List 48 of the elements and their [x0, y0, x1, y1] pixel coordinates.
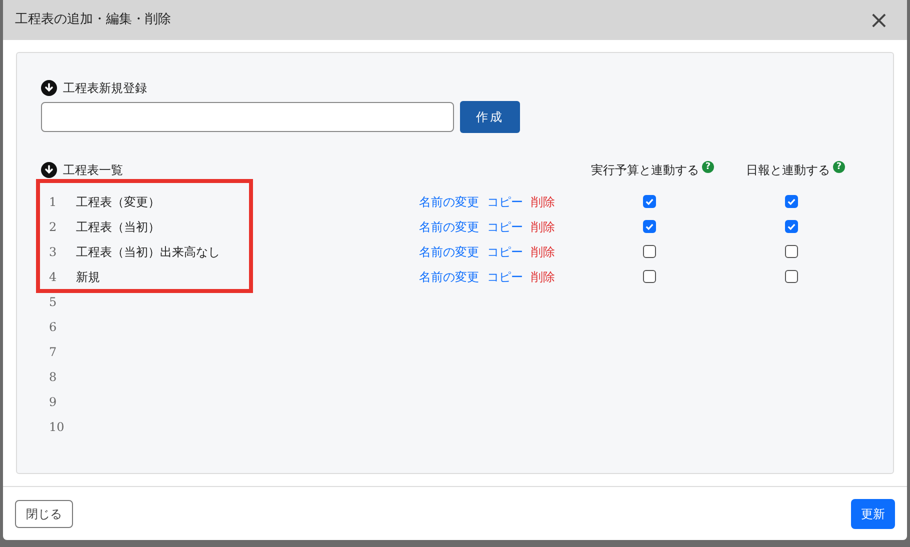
- name-input-field[interactable]: [41, 102, 454, 132]
- schedule-name: 工程表（当初）: [76, 218, 161, 236]
- action-link[interactable]: 名前の変更: [419, 242, 479, 260]
- schedule-name: 工程表（変更）: [76, 194, 161, 210]
- row-number: 9: [48, 394, 58, 410]
- row-number: 7: [48, 344, 58, 360]
- checkbox[interactable]: [643, 195, 656, 208]
- row-number: 8: [48, 368, 58, 386]
- column-header: 日報と連動する: [746, 162, 830, 179]
- close-dialog-button[interactable]: 閉じる: [15, 500, 73, 528]
- action-link[interactable]: コピー: [487, 192, 523, 210]
- action-link[interactable]: 削除: [531, 242, 555, 260]
- row-number: 10: [48, 418, 66, 436]
- action-link[interactable]: 名前の変更: [419, 192, 479, 210]
- checkbox[interactable]: [785, 270, 798, 283]
- action-link[interactable]: コピー: [487, 218, 523, 236]
- schedule-name: 新規: [76, 268, 101, 286]
- row-number: 4: [48, 268, 58, 286]
- action-link[interactable]: コピー: [487, 242, 523, 260]
- arrow-down-circle-icon: [41, 80, 57, 96]
- action-link[interactable]: 削除: [531, 268, 555, 286]
- help-icon[interactable]: ?: [702, 161, 714, 173]
- row-number: 2: [48, 218, 58, 236]
- action-link[interactable]: コピー: [487, 268, 523, 286]
- action-link[interactable]: 名前の変更: [419, 268, 479, 286]
- checkbox[interactable]: [643, 220, 656, 233]
- section-heading: 工程表新規登録: [63, 80, 147, 97]
- checkbox[interactable]: [785, 220, 798, 233]
- row-number: 3: [48, 244, 58, 260]
- row-number: 1: [48, 194, 58, 210]
- section-heading: 工程表一覧: [63, 162, 123, 179]
- row-number: 6: [48, 318, 58, 336]
- column-header: 実行予算と連動する: [591, 162, 699, 179]
- action-link[interactable]: 削除: [531, 218, 555, 236]
- action-link[interactable]: 削除: [531, 192, 555, 210]
- arrow-down-circle-icon: [41, 162, 57, 178]
- update-button[interactable]: 更新: [851, 499, 895, 529]
- schedule-name: 工程表（当初）出来高なし: [76, 244, 221, 260]
- create-button[interactable]: 作成: [460, 101, 520, 133]
- close-button[interactable]: ×: [868, 8, 889, 32]
- row-number: 5: [48, 294, 58, 310]
- dialog-title: 工程表の追加・編集・削除: [15, 11, 171, 30]
- checkbox[interactable]: [785, 195, 798, 208]
- checkbox[interactable]: [643, 245, 656, 258]
- checkbox[interactable]: [785, 245, 798, 258]
- checkbox[interactable]: [643, 270, 656, 283]
- action-link[interactable]: 名前の変更: [419, 218, 479, 236]
- help-icon[interactable]: ?: [833, 161, 845, 173]
